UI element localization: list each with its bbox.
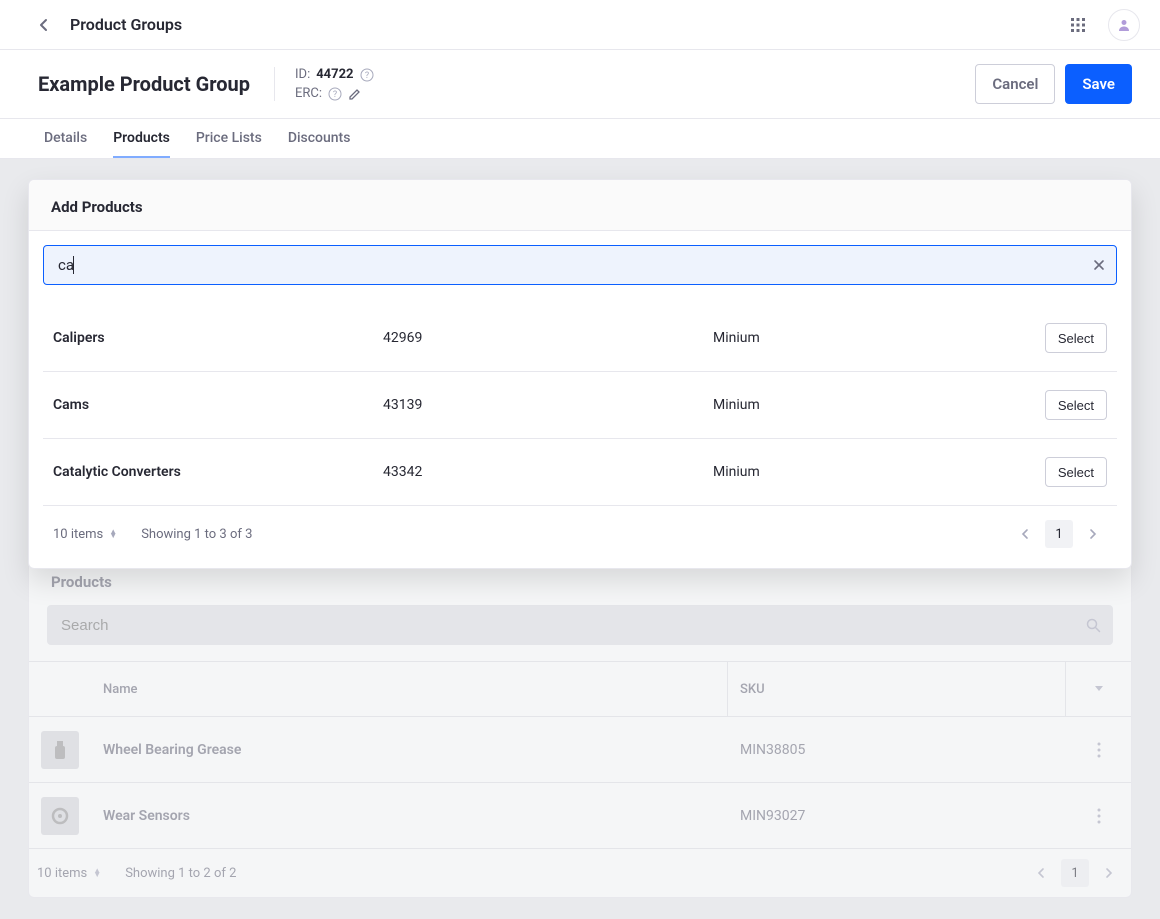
pager-current[interactable]: 1: [1061, 859, 1089, 887]
result-catalog: Minium: [713, 330, 1027, 346]
save-button[interactable]: Save: [1065, 64, 1132, 104]
items-per-page[interactable]: 10 items ▲▼: [37, 866, 101, 881]
search-result-row: Catalytic Converters 43342 Minium Select: [43, 439, 1117, 506]
product-sku: MIN38805: [727, 742, 1065, 758]
column-name[interactable]: Name: [91, 682, 727, 697]
info-icon[interactable]: ?: [360, 68, 374, 82]
result-catalog: Minium: [713, 464, 1027, 480]
product-thumb-icon: [41, 797, 79, 835]
tab-details[interactable]: Details: [44, 130, 87, 158]
pager-next-icon[interactable]: [1079, 520, 1107, 548]
table-row: Wear Sensors MIN93027: [29, 783, 1131, 849]
column-sort-icon[interactable]: [1065, 662, 1131, 716]
result-catalog: Minium: [713, 397, 1027, 413]
svg-text:?: ?: [364, 71, 368, 81]
clear-icon[interactable]: [1092, 258, 1106, 272]
product-name: Wear Sensors: [91, 808, 727, 824]
apps-grid-icon[interactable]: [1062, 9, 1094, 41]
pager-next-icon[interactable]: [1095, 859, 1123, 887]
table-row: Wheel Bearing Grease MIN38805: [29, 717, 1131, 783]
page-title: Example Product Group: [38, 72, 250, 96]
back-chevron-icon[interactable]: [38, 19, 50, 31]
sort-icon: ▲▼: [109, 530, 117, 538]
product-name: Wheel Bearing Grease: [91, 742, 727, 758]
tab-discounts[interactable]: Discounts: [288, 130, 351, 158]
tab-price-lists[interactable]: Price Lists: [196, 130, 262, 158]
search-result-row: Calipers 42969 Minium Select: [43, 305, 1117, 372]
search-result-row: Cams 43139 Minium Select: [43, 372, 1117, 439]
add-products-panel: Add Products ca Calipers 42969 Minium Se…: [28, 179, 1132, 569]
result-id: 42969: [383, 330, 713, 346]
edit-icon[interactable]: [348, 87, 362, 101]
showing-label: Showing 1 to 2 of 2: [125, 866, 236, 881]
id-label: ID:: [295, 67, 310, 82]
svg-text:?: ?: [333, 90, 337, 100]
result-id: 43139: [383, 397, 713, 413]
products-search[interactable]: [47, 605, 1113, 645]
cancel-button[interactable]: Cancel: [975, 64, 1055, 104]
product-thumb-icon: [41, 731, 79, 769]
add-products-title: Add Products: [29, 180, 1131, 231]
row-actions-icon[interactable]: [1065, 808, 1131, 824]
showing-label: Showing 1 to 3 of 3: [141, 527, 252, 542]
tabs-row: Details Products Price Lists Discounts: [0, 119, 1160, 159]
result-name: Calipers: [53, 330, 383, 346]
row-actions-icon[interactable]: [1065, 742, 1131, 758]
info-icon[interactable]: ?: [328, 87, 342, 101]
breadcrumb[interactable]: Product Groups: [70, 15, 182, 34]
products-panel: Products Name SKU Wheel Bearing Grease M…: [28, 554, 1132, 898]
erc-label: ERC:: [295, 86, 322, 101]
items-per-page[interactable]: 10 items ▲▼: [53, 527, 117, 542]
column-sku[interactable]: SKU: [727, 662, 1065, 716]
result-id: 43342: [383, 464, 713, 480]
product-sku: MIN93027: [727, 808, 1065, 824]
select-button[interactable]: Select: [1045, 457, 1107, 487]
pager-prev-icon[interactable]: [1011, 520, 1039, 548]
products-search-input[interactable]: [61, 617, 1073, 634]
sort-icon: ▲▼: [93, 869, 101, 877]
select-button[interactable]: Select: [1045, 390, 1107, 420]
search-icon: [1086, 618, 1101, 633]
user-avatar-icon[interactable]: [1108, 9, 1140, 41]
result-name: Cams: [53, 397, 383, 413]
pager-current[interactable]: 1: [1045, 520, 1073, 548]
add-products-search[interactable]: ca: [43, 245, 1117, 285]
pager-prev-icon[interactable]: [1027, 859, 1055, 887]
select-button[interactable]: Select: [1045, 323, 1107, 353]
result-name: Catalytic Converters: [53, 464, 383, 480]
tab-products[interactable]: Products: [113, 130, 170, 158]
id-value: 44722: [316, 67, 353, 82]
